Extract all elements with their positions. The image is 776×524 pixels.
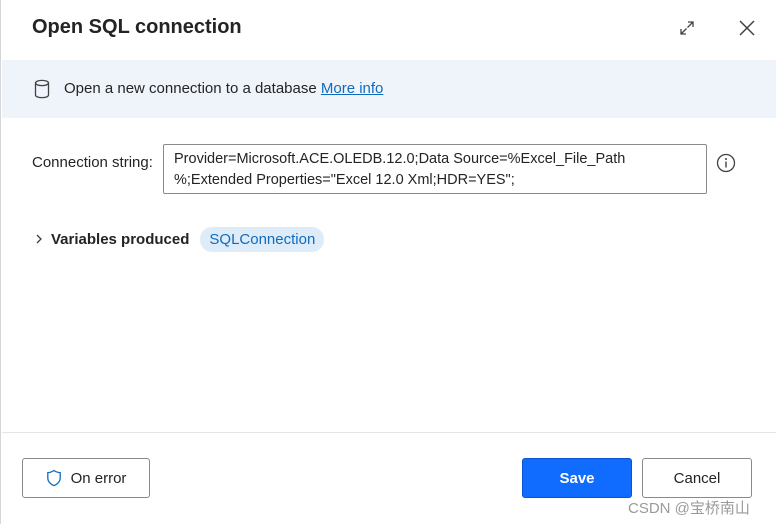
info-banner: Open a new connection to a database More… xyxy=(2,60,776,118)
on-error-label: On error xyxy=(70,469,127,487)
close-button[interactable] xyxy=(737,18,757,38)
watermark: CSDN @宝桥南山 xyxy=(628,500,750,517)
connection-string-line-1: Provider=Microsoft.ACE.OLEDB.12.0;Data S… xyxy=(174,151,626,167)
save-button[interactable]: Save xyxy=(522,458,632,498)
connection-string-input[interactable]: Provider=Microsoft.ACE.OLEDB.12.0;Data S… xyxy=(163,144,707,194)
info-description: Open a new connection to a database xyxy=(64,80,317,97)
connection-string-line-2: %;Extended Properties="Excel 12.0 Xml;HD… xyxy=(174,172,515,188)
info-text: Open a new connection to a database More… xyxy=(64,80,383,97)
cancel-button[interactable]: Cancel xyxy=(642,458,752,498)
variables-produced-row: Variables produced SQLConnection xyxy=(32,226,325,252)
expand-icon xyxy=(680,21,694,35)
variable-chip-sqlconnection[interactable]: SQLConnection xyxy=(200,226,325,252)
connection-string-label: Connection string: xyxy=(32,154,153,171)
open-sql-connection-dialog: Open SQL connection Open a new connectio… xyxy=(0,0,776,524)
shield-icon xyxy=(46,469,61,487)
info-circle-icon xyxy=(716,153,736,173)
connection-string-help[interactable] xyxy=(716,153,736,173)
variables-produced-label[interactable]: Variables produced xyxy=(51,231,189,248)
more-info-link[interactable]: More info xyxy=(321,80,384,97)
footer-divider xyxy=(2,432,776,433)
chevron-right-icon[interactable] xyxy=(32,232,46,246)
dialog-title: Open SQL connection xyxy=(32,16,242,38)
expand-button[interactable] xyxy=(677,18,697,38)
close-icon xyxy=(739,20,755,36)
database-icon xyxy=(34,79,50,99)
on-error-button[interactable]: On error xyxy=(22,458,150,498)
